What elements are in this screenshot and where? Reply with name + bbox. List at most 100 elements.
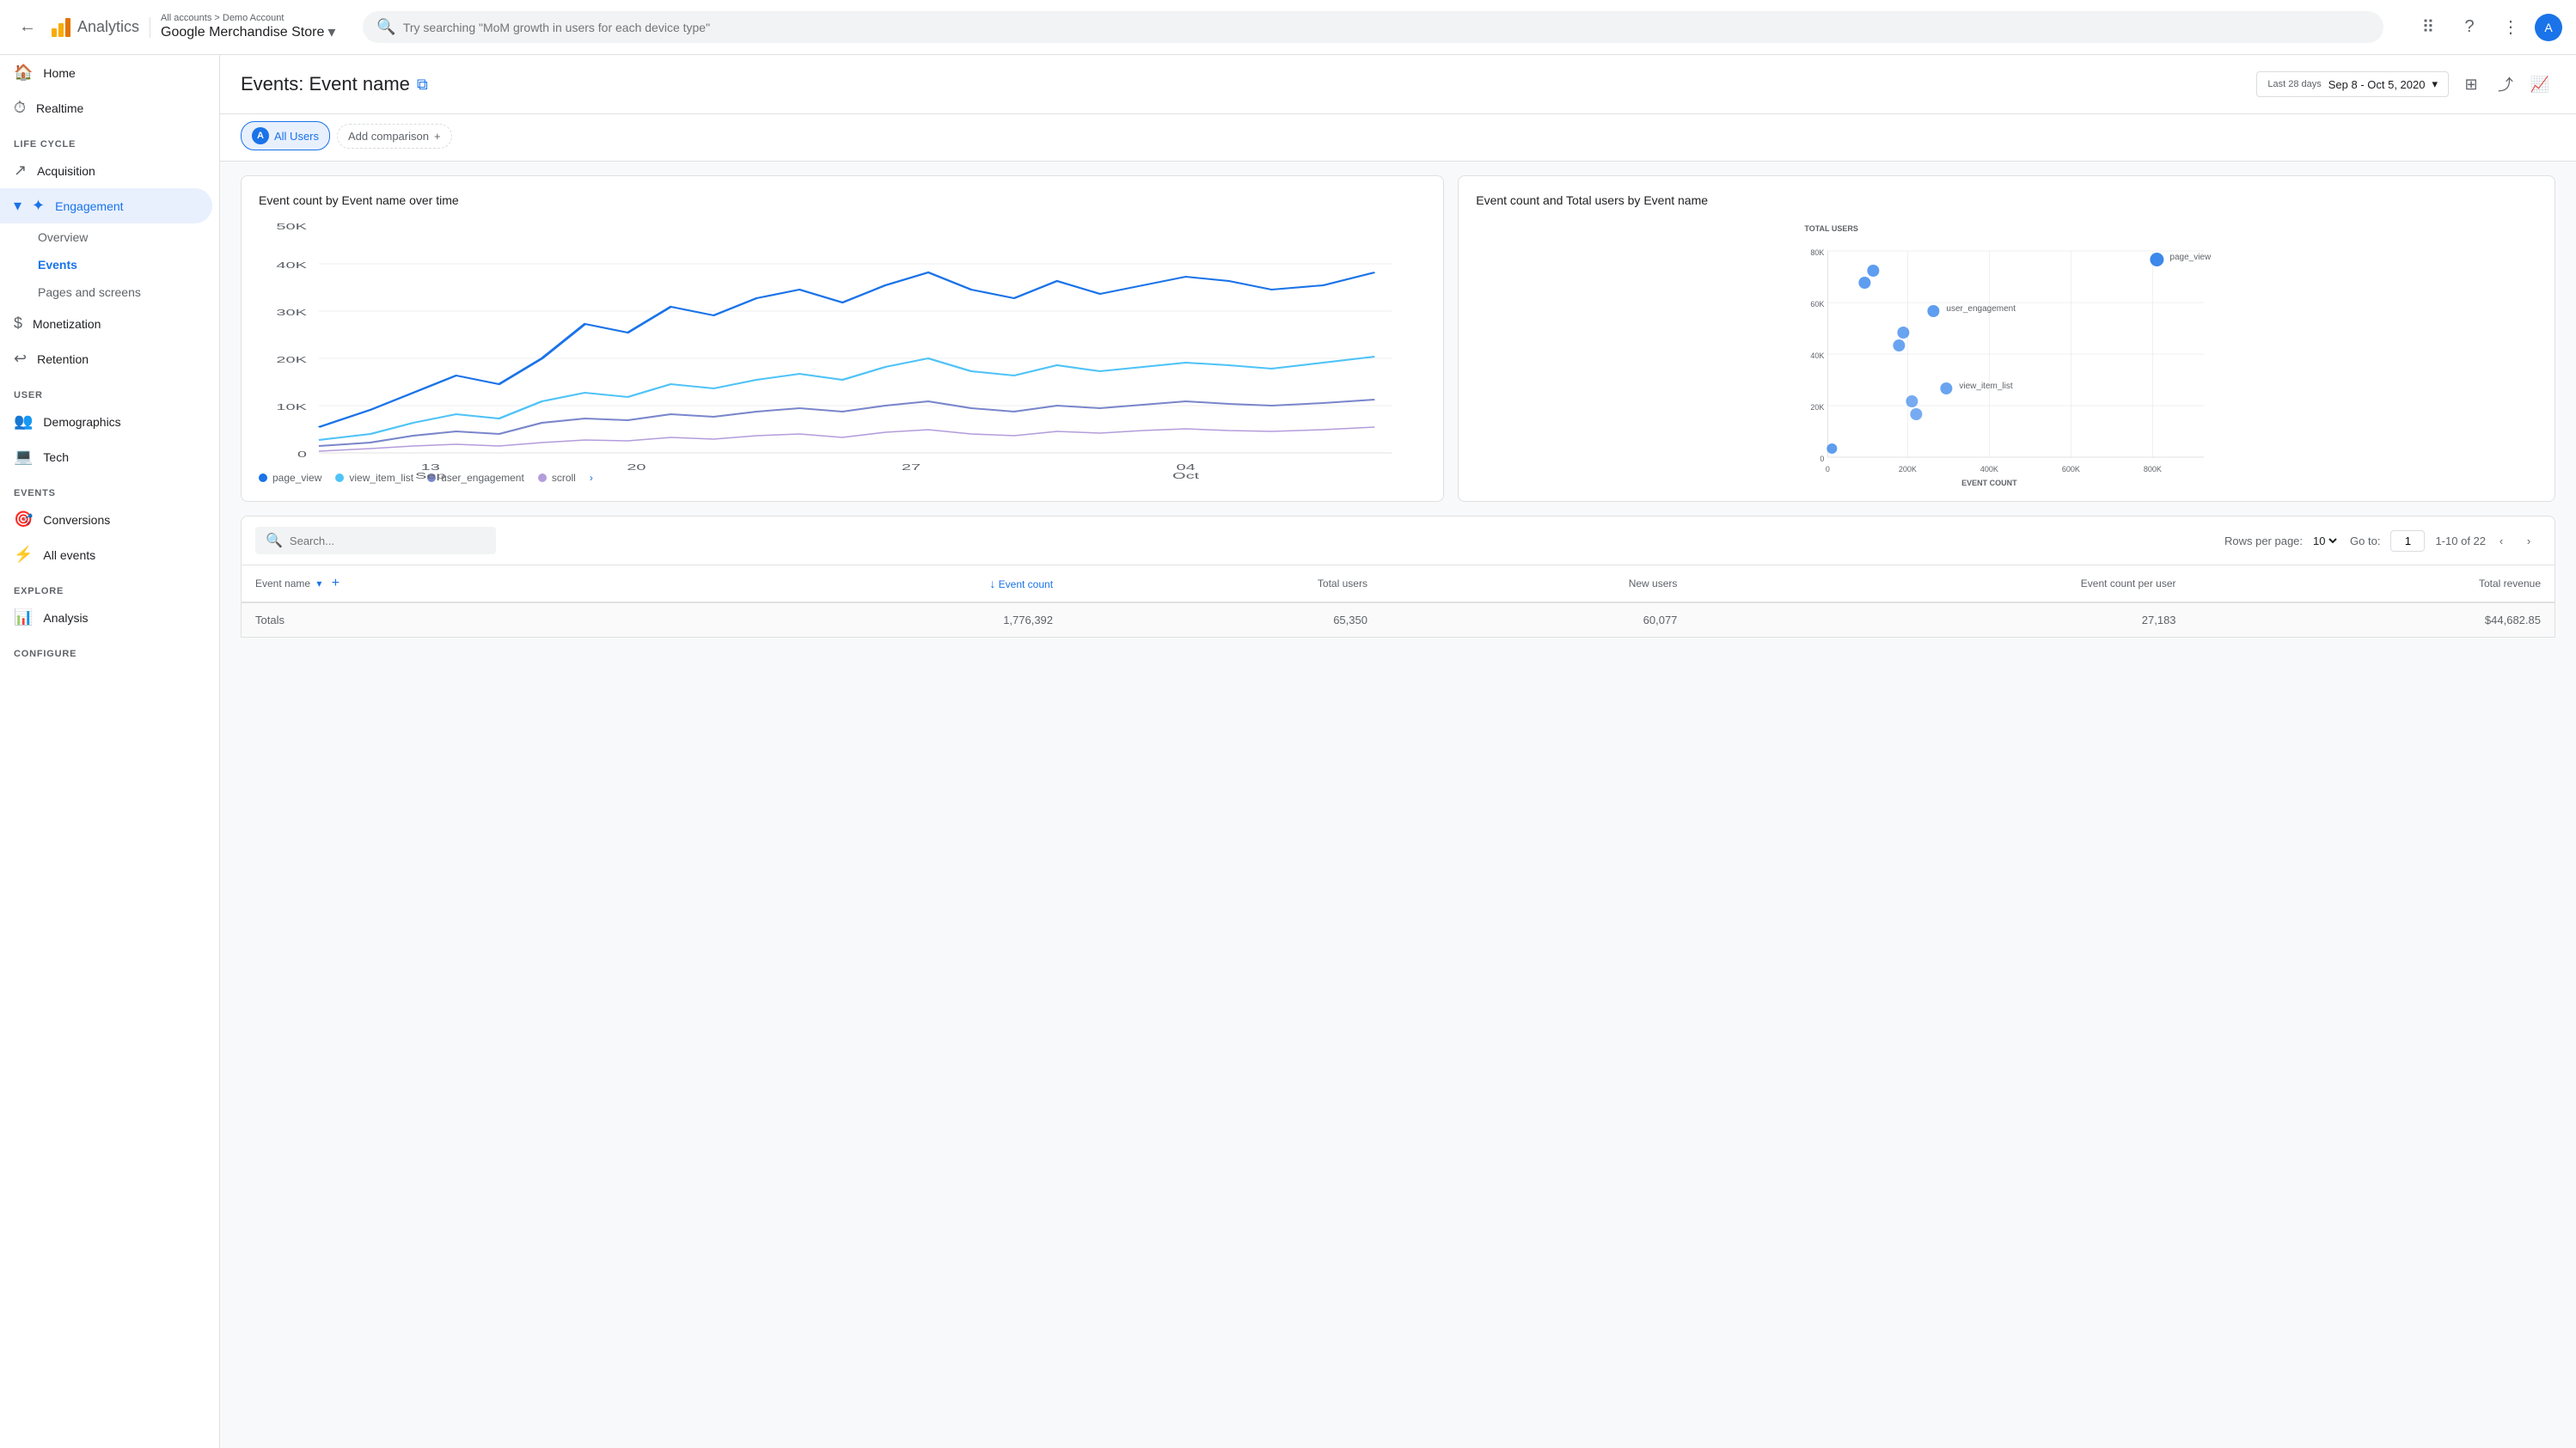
legend-item-page-view[interactable]: page_view xyxy=(259,472,321,484)
apps-icon: ⠿ xyxy=(2422,16,2435,38)
sidebar-item-demographics[interactable]: 👥 Demographics xyxy=(0,404,212,439)
sidebar-item-retention[interactable]: ↩ Retention xyxy=(0,341,212,376)
add-comparison-label: Add comparison xyxy=(348,130,429,143)
logo-bars xyxy=(52,18,70,37)
totals-event-count-per-user: 27,183 xyxy=(1691,602,2189,638)
page-title: Events: Event name xyxy=(241,73,410,95)
legend-dot-view-item-list xyxy=(335,474,344,482)
svg-text:view_item_list: view_item_list xyxy=(1960,382,2013,391)
legend-item-view-item-list[interactable]: view_item_list xyxy=(335,472,413,484)
sidebar-item-acquisition[interactable]: ↗ Acquisition xyxy=(0,153,212,188)
totals-total-revenue: $44,682.85 xyxy=(2190,602,2555,638)
totals-event-count: 1,776,392 xyxy=(697,602,1067,638)
svg-text:27: 27 xyxy=(902,463,921,473)
col-header-new-users[interactable]: New users xyxy=(1381,565,1691,602)
prev-page-button[interactable]: ‹ xyxy=(2489,528,2513,553)
account-selector[interactable]: All accounts > Demo Account Google Merch… xyxy=(161,13,335,41)
content-header: Events: Event name ⧉ Last 28 days Sep 8 … xyxy=(220,55,2576,114)
col-header-total-users[interactable]: Total users xyxy=(1067,565,1381,602)
sidebar-engagement-label: Engagement xyxy=(55,199,123,213)
add-comparison-button[interactable]: Add comparison + xyxy=(337,124,452,149)
logo-bar-3 xyxy=(65,18,70,37)
svg-text:600K: 600K xyxy=(2062,465,2080,474)
logo: Analytics xyxy=(52,18,139,37)
user-section-label: USER xyxy=(0,376,219,404)
svg-text:TOTAL USERS: TOTAL USERS xyxy=(1805,224,1859,233)
title-link-icon[interactable]: ⧉ xyxy=(417,76,428,94)
filter-row: A All Users Add comparison + xyxy=(220,114,2576,162)
property-name[interactable]: Google Merchandise Store ▾ xyxy=(161,23,335,41)
scatter-dot-2 xyxy=(1859,277,1871,289)
avatar[interactable]: A xyxy=(2535,14,2562,41)
col-header-event-count-per-user[interactable]: Event count per user xyxy=(1691,565,2189,602)
all-users-filter[interactable]: A All Users xyxy=(241,121,330,150)
monetization-icon: $ xyxy=(14,315,22,333)
table-search-input[interactable] xyxy=(290,535,486,547)
search-input[interactable] xyxy=(403,21,2370,34)
filter-chip-icon: A xyxy=(252,127,269,144)
filter-chip-label: All Users xyxy=(274,130,319,143)
rows-per-page-label: Rows per page: xyxy=(2224,535,2303,547)
date-range-selector[interactable]: Last 28 days Sep 8 - Oct 5, 2020 ▾ xyxy=(2256,71,2449,97)
scatter-chart-card: Event count and Total users by Event nam… xyxy=(1458,175,2555,502)
sidebar-item-analysis[interactable]: 📊 Analysis xyxy=(0,600,212,635)
analytics-label: Analytics xyxy=(77,18,139,36)
sidebar-item-conversions[interactable]: 🎯 Conversions xyxy=(0,502,212,537)
report-icon-btn[interactable]: ⊞ xyxy=(2456,69,2487,100)
scatter-chart-area: TOTAL USERS 0 20K 40K 60K 80K xyxy=(1476,221,2537,461)
sidebar-item-monetization[interactable]: $ Monetization xyxy=(0,306,212,341)
app-body: 🏠 Home ⏱ Realtime LIFE CYCLE ↗ Acquisiti… xyxy=(0,55,2576,1448)
line-chart-svg: 0 10K 20K 30K 40K 50K 13 xyxy=(259,221,1426,461)
svg-text:Sep: Sep xyxy=(415,472,446,481)
data-table: Event name ▾ + ↓ Event count Total users… xyxy=(241,565,2555,638)
help-button[interactable]: ? xyxy=(2452,10,2487,45)
sidebar-retention-label: Retention xyxy=(37,352,89,366)
legend-more-button[interactable]: › xyxy=(590,472,593,484)
legend-item-scroll[interactable]: scroll xyxy=(538,472,576,484)
legend-dot-page-view xyxy=(259,474,267,482)
svg-text:40K: 40K xyxy=(276,261,307,271)
sidebar-item-realtime[interactable]: ⏱ Realtime xyxy=(0,90,212,125)
col-header-event-count[interactable]: ↓ Event count xyxy=(697,565,1067,602)
engagement-expand-icon: ▾ xyxy=(14,197,21,215)
svg-text:EVENT COUNT: EVENT COUNT xyxy=(1961,479,2017,487)
totals-total-users: 65,350 xyxy=(1067,602,1381,638)
scatter-dot-user-engagement xyxy=(1928,305,1940,317)
sort-icon-event-count: ↓ xyxy=(989,577,995,590)
event-name-filter-icon[interactable]: ▾ xyxy=(316,577,321,590)
more-button[interactable]: ⋮ xyxy=(2493,10,2528,45)
sidebar-item-overview[interactable]: Overview xyxy=(38,223,212,251)
sidebar-item-tech[interactable]: 💻 Tech xyxy=(0,439,212,474)
svg-text:400K: 400K xyxy=(1980,465,1998,474)
sidebar-conversions-label: Conversions xyxy=(43,513,110,527)
svg-text:80K: 80K xyxy=(1811,248,1825,257)
compare-icon-btn[interactable]: 📈 xyxy=(2524,69,2555,100)
col-header-event-name[interactable]: Event name ▾ + xyxy=(242,565,698,602)
acquisition-icon: ↗ xyxy=(14,162,27,180)
legend-dot-scroll xyxy=(538,474,547,482)
share-icon-btn[interactable]: ⤴ xyxy=(2490,69,2521,100)
col-header-total-revenue[interactable]: Total revenue xyxy=(2190,565,2555,602)
search-inner: 🔍 xyxy=(363,11,2383,43)
rows-per-page: Rows per page: 10 25 50 xyxy=(2224,534,2340,548)
search-container: 🔍 xyxy=(363,11,2383,43)
next-page-button[interactable]: › xyxy=(2517,528,2541,553)
sidebar-item-pages[interactable]: Pages and screens xyxy=(38,278,212,306)
rows-per-page-select[interactable]: 10 25 50 xyxy=(2310,534,2340,548)
search-icon: 🔍 xyxy=(376,18,395,36)
add-column-icon[interactable]: + xyxy=(332,576,340,590)
header-right: Last 28 days Sep 8 - Oct 5, 2020 ▾ ⊞ ⤴ 📈 xyxy=(2256,69,2555,100)
sidebar-item-all-events[interactable]: ⚡ All events xyxy=(0,537,212,572)
svg-text:200K: 200K xyxy=(1899,465,1917,474)
scatter-dot-3 xyxy=(1898,327,1910,339)
header-actions: ⊞ ⤴ 📈 xyxy=(2456,69,2555,100)
sidebar-item-events[interactable]: Events xyxy=(38,251,212,278)
back-button[interactable]: ← xyxy=(14,14,41,41)
property-dropdown-icon: ▾ xyxy=(327,23,335,41)
sidebar-item-home[interactable]: 🏠 Home xyxy=(0,55,212,90)
svg-text:800K: 800K xyxy=(2144,465,2162,474)
totals-new-users: 60,077 xyxy=(1381,602,1691,638)
sidebar-item-engagement[interactable]: ▾ ✦ Engagement xyxy=(0,188,212,223)
apps-button[interactable]: ⠿ xyxy=(2411,10,2445,45)
goto-input[interactable] xyxy=(2390,530,2425,552)
